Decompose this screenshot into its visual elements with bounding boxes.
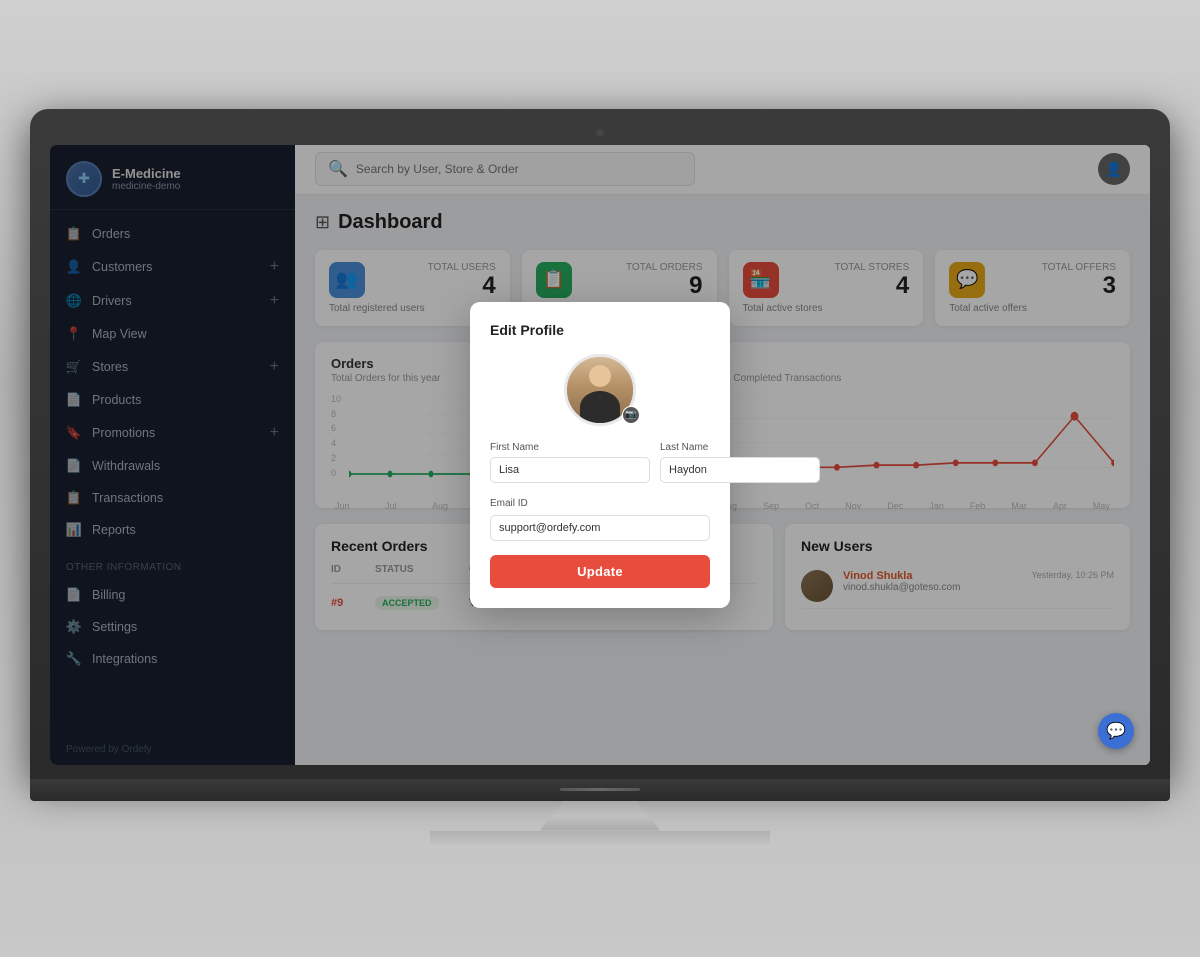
first-name-label: First Name [490, 442, 650, 453]
last-name-group: Last Name [660, 442, 820, 483]
email-label: Email ID [490, 498, 528, 509]
avatar-container: 📷 [490, 354, 710, 426]
monitor-wrapper: ✚ E-Medicine medicine-demo 📋 Orders [30, 109, 1170, 849]
last-name-label: Last Name [660, 442, 820, 453]
modal-overlay[interactable]: Edit Profile 📷 First Name [50, 145, 1150, 765]
monitor-bezel: ✚ E-Medicine medicine-demo 📋 Orders [30, 109, 1170, 779]
email-row: Email ID [490, 493, 710, 541]
first-name-group: First Name [490, 442, 650, 483]
stand-base [430, 831, 770, 849]
camera-dot [596, 129, 604, 137]
screen: ✚ E-Medicine medicine-demo 📋 Orders [50, 145, 1150, 765]
monitor-chin [30, 779, 1170, 801]
stand-neck [540, 801, 660, 831]
last-name-input[interactable] [660, 457, 820, 483]
name-form-row: First Name Last Name [490, 442, 710, 483]
app-container: ✚ E-Medicine medicine-demo 📋 Orders [50, 145, 1150, 765]
camera-icon[interactable]: 📷 [622, 406, 640, 424]
edit-profile-modal: Edit Profile 📷 First Name [470, 302, 730, 608]
chat-button[interactable]: 💬 [1098, 713, 1134, 749]
chin-line [560, 788, 640, 791]
modal-title: Edit Profile [490, 322, 710, 338]
email-input[interactable] [490, 515, 710, 541]
first-name-input[interactable] [490, 457, 650, 483]
update-button[interactable]: Update [490, 555, 710, 588]
